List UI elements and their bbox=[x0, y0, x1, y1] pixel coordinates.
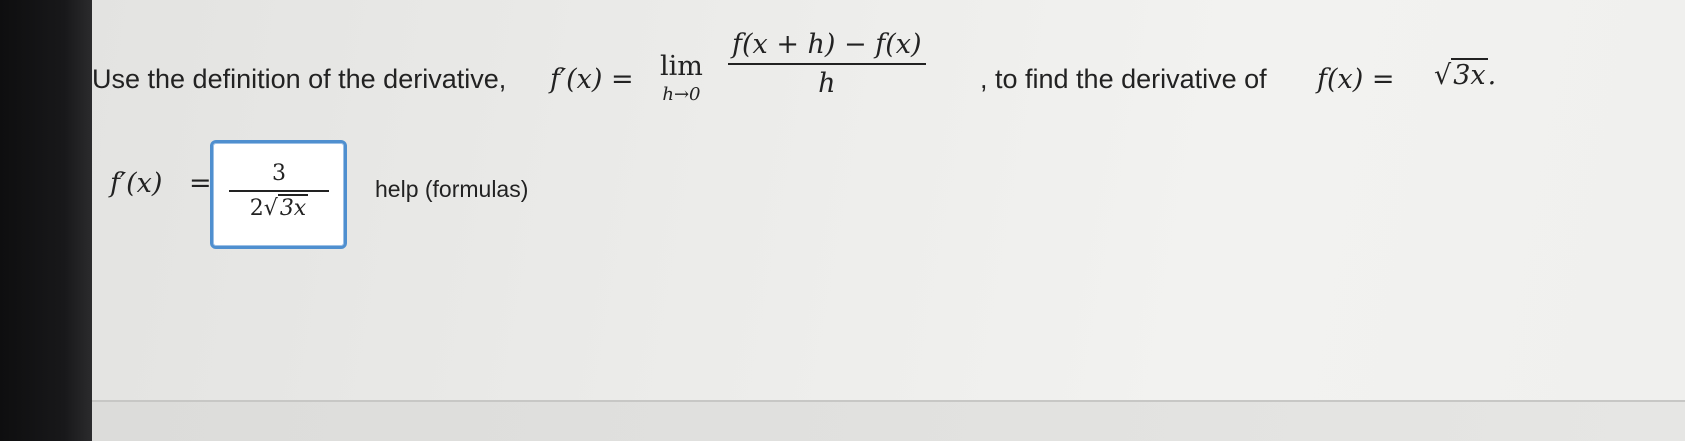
sqrt-icon: √ bbox=[1434, 60, 1452, 91]
answer-den-coef: 2 bbox=[249, 196, 264, 221]
limit-operator: lim h→0 bbox=[660, 51, 703, 105]
answer-fraction-bar bbox=[229, 190, 329, 192]
quotient-numerator: f(x + h) − f(x) bbox=[732, 29, 922, 60]
limit-subscript: h→0 bbox=[662, 84, 701, 105]
question-statement: Use the definition of the derivative, f′… bbox=[92, 29, 1652, 124]
answer-numerator: 3 bbox=[272, 161, 286, 186]
derivative-label: f′(x) = bbox=[550, 64, 634, 95]
question-middle: , to find the derivative of bbox=[980, 64, 1267, 94]
answer-equals: = bbox=[189, 168, 212, 199]
limit-word: lim bbox=[660, 51, 703, 82]
answer-label: f′(x) bbox=[110, 168, 163, 199]
answer-fraction: 3 2√3x bbox=[229, 161, 329, 221]
quotient-denominator: h bbox=[818, 68, 836, 99]
function-radicand: 3x bbox=[1451, 58, 1488, 91]
next-section bbox=[92, 402, 1685, 441]
question-suffix: . bbox=[1487, 60, 1497, 91]
difference-quotient: f(x + h) − f(x) h bbox=[728, 29, 926, 99]
answer-den-radicand: 3x bbox=[277, 194, 309, 221]
function-sqrt: √3x. bbox=[1434, 58, 1497, 91]
fraction-bar bbox=[728, 63, 926, 65]
sqrt-icon: √ bbox=[263, 196, 278, 221]
screen-bezel bbox=[0, 0, 92, 441]
answer-input[interactable]: 3 2√3x bbox=[210, 140, 347, 249]
answer-row: f′(x) = 3 2√3x help (formulas) bbox=[92, 130, 792, 250]
answer-denominator: 2√3x bbox=[229, 194, 329, 221]
question-prefix: Use the definition of the derivative, bbox=[92, 64, 507, 94]
function-label: f(x) = bbox=[1317, 64, 1395, 95]
help-formulas-link[interactable]: help (formulas) bbox=[375, 176, 528, 203]
